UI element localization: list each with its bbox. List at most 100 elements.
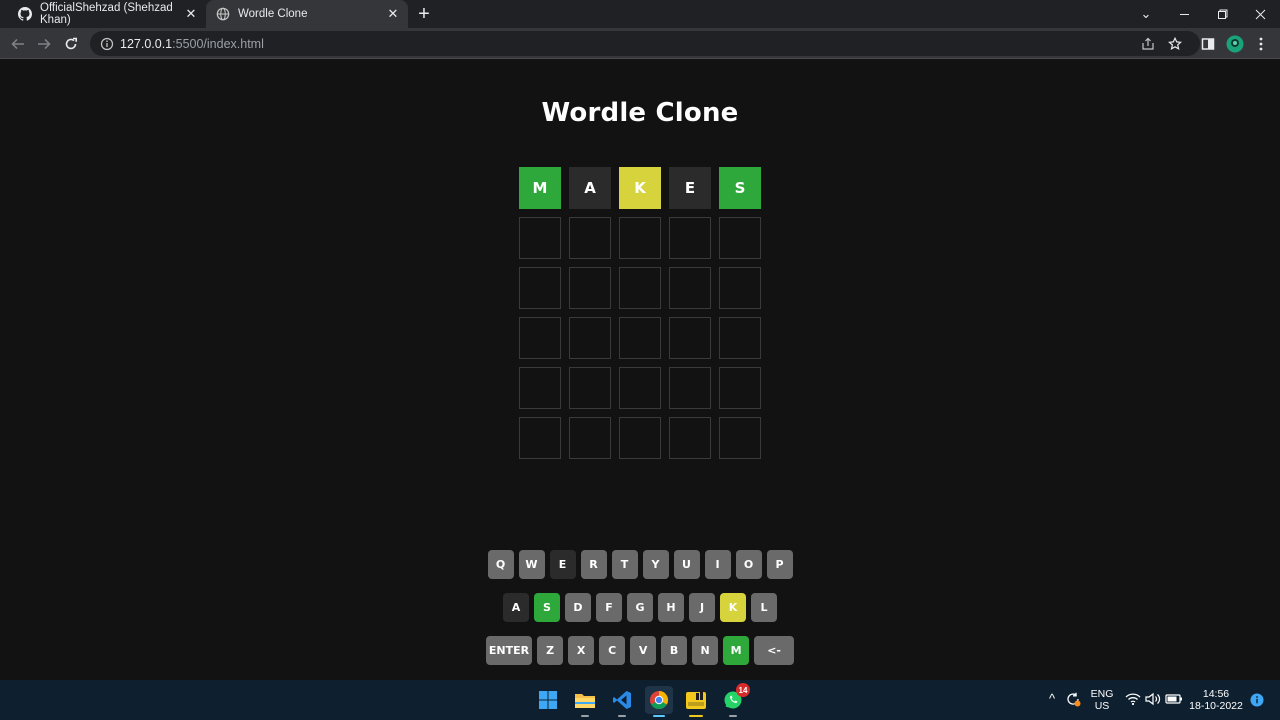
board-tile: K xyxy=(619,167,661,209)
wordle-page: Wordle Clone MAKES Q W E R T Y U I O P A S D F G H J K L EN… xyxy=(0,60,1280,680)
key-r[interactable]: R xyxy=(580,550,607,579)
forward-button[interactable] xyxy=(32,32,56,56)
restore-button[interactable] xyxy=(1204,0,1240,28)
key-x[interactable]: X xyxy=(568,636,595,665)
new-tab-button[interactable]: + xyxy=(414,4,434,24)
url-path: :5500/index.html xyxy=(172,36,264,51)
board-tile xyxy=(569,267,611,309)
key-n[interactable]: N xyxy=(692,636,719,665)
board-tile xyxy=(519,317,561,359)
menu-icon[interactable] xyxy=(1251,34,1271,54)
board-tile xyxy=(619,267,661,309)
key-t[interactable]: T xyxy=(611,550,638,579)
board-tile xyxy=(619,367,661,409)
key-q[interactable]: Q xyxy=(487,550,514,579)
chevron-up-icon[interactable]: ^ xyxy=(1044,692,1060,705)
key-y[interactable]: Y xyxy=(642,550,669,579)
language-top: ENG xyxy=(1090,688,1114,700)
file-explorer-icon[interactable] xyxy=(571,686,599,717)
side-panel-icon[interactable] xyxy=(1198,34,1218,54)
language-indicator[interactable]: ENG US xyxy=(1088,688,1116,712)
running-indicator xyxy=(689,715,703,717)
running-indicator xyxy=(729,715,737,717)
on-screen-keyboard: Q W E R T Y U I O P A S D F G H J K L ENTER Z X C V B N M <- xyxy=(0,550,1280,679)
board-tile xyxy=(619,317,661,359)
tab-wordle-clone[interactable]: Wordle Clone ✕ xyxy=(206,0,408,28)
board-tile xyxy=(669,267,711,309)
profile-avatar[interactable] xyxy=(1225,34,1245,54)
key-u[interactable]: U xyxy=(673,550,700,579)
clock-time: 14:56 xyxy=(1202,688,1230,700)
board-tile xyxy=(519,267,561,309)
key-h[interactable]: H xyxy=(658,593,684,622)
clock[interactable]: 14:56 18-10-2022 xyxy=(1188,688,1244,712)
key-a[interactable]: A xyxy=(503,593,529,622)
board-row xyxy=(519,417,761,459)
board-tile xyxy=(669,367,711,409)
board-tile: E xyxy=(669,167,711,209)
board-tile xyxy=(569,217,611,259)
key-o[interactable]: O xyxy=(735,550,762,579)
key-i[interactable]: I xyxy=(704,550,731,579)
key-c[interactable]: C xyxy=(599,636,626,665)
key-d[interactable]: D xyxy=(565,593,591,622)
back-button[interactable] xyxy=(6,32,30,56)
key-e[interactable]: E xyxy=(549,550,576,579)
running-indicator xyxy=(581,715,589,717)
tab-github[interactable]: OfficialShehzad (Shehzad Khan) ✕ xyxy=(8,0,206,28)
board-tile xyxy=(619,417,661,459)
key-s[interactable]: S xyxy=(534,593,560,622)
game-board: MAKES xyxy=(519,167,761,467)
board-tile xyxy=(719,417,761,459)
minimize-button[interactable] xyxy=(1166,0,1202,28)
key-p[interactable]: P xyxy=(766,550,793,579)
board-row xyxy=(519,267,761,309)
board-tile xyxy=(519,417,561,459)
board-tile xyxy=(569,367,611,409)
key-b[interactable]: B xyxy=(661,636,688,665)
key-j[interactable]: J xyxy=(689,593,715,622)
whatsapp-icon[interactable]: 14 xyxy=(719,683,750,717)
key-backspace[interactable]: <- xyxy=(754,636,795,665)
key-enter[interactable]: ENTER xyxy=(485,636,533,665)
share-icon[interactable] xyxy=(1138,34,1158,54)
board-tile xyxy=(569,417,611,459)
globe-icon xyxy=(216,7,230,21)
vscode-icon[interactable] xyxy=(608,686,636,717)
url-host: 127.0.0.1 xyxy=(120,36,173,51)
key-f[interactable]: F xyxy=(596,593,622,622)
reload-button[interactable] xyxy=(59,32,83,56)
bookmark-star-icon[interactable] xyxy=(1165,34,1185,54)
board-tile xyxy=(519,217,561,259)
language-bottom: US xyxy=(1094,700,1110,712)
key-k[interactable]: K xyxy=(720,593,746,622)
key-w[interactable]: W xyxy=(518,550,545,579)
player-app-icon[interactable] xyxy=(682,686,710,717)
windows-start-icon[interactable] xyxy=(534,686,562,714)
page-title: Wordle Clone xyxy=(541,98,739,128)
key-l[interactable]: L xyxy=(751,593,777,622)
board-tile xyxy=(669,417,711,459)
keyboard-row: QWERTYUIOP xyxy=(0,550,1280,579)
sync-icon[interactable] xyxy=(1064,691,1082,710)
key-m[interactable]: M xyxy=(723,636,750,665)
close-tab-icon[interactable]: ✕ xyxy=(386,7,400,21)
close-window-button[interactable] xyxy=(1242,0,1278,28)
tab-title: Wordle Clone xyxy=(238,8,308,20)
wifi-icon[interactable] xyxy=(1124,692,1142,709)
board-row xyxy=(519,217,761,259)
tab-search-icon[interactable]: ⌄ xyxy=(1128,0,1164,28)
board-tile xyxy=(669,317,711,359)
address-bar[interactable]: 127.0.0.1:5500/index.html xyxy=(90,31,1200,56)
key-g[interactable]: G xyxy=(627,593,653,622)
key-z[interactable]: Z xyxy=(537,636,564,665)
key-v[interactable]: V xyxy=(630,636,657,665)
browser-toolbar: 127.0.0.1:5500/index.html xyxy=(0,28,1280,59)
board-tile xyxy=(719,267,761,309)
site-info-icon[interactable] xyxy=(100,37,114,51)
battery-icon[interactable] xyxy=(1164,692,1184,709)
chrome-icon[interactable] xyxy=(645,686,673,717)
close-tab-icon[interactable]: ✕ xyxy=(184,7,198,21)
volume-icon[interactable] xyxy=(1144,692,1162,709)
notification-icon[interactable] xyxy=(1250,693,1264,710)
